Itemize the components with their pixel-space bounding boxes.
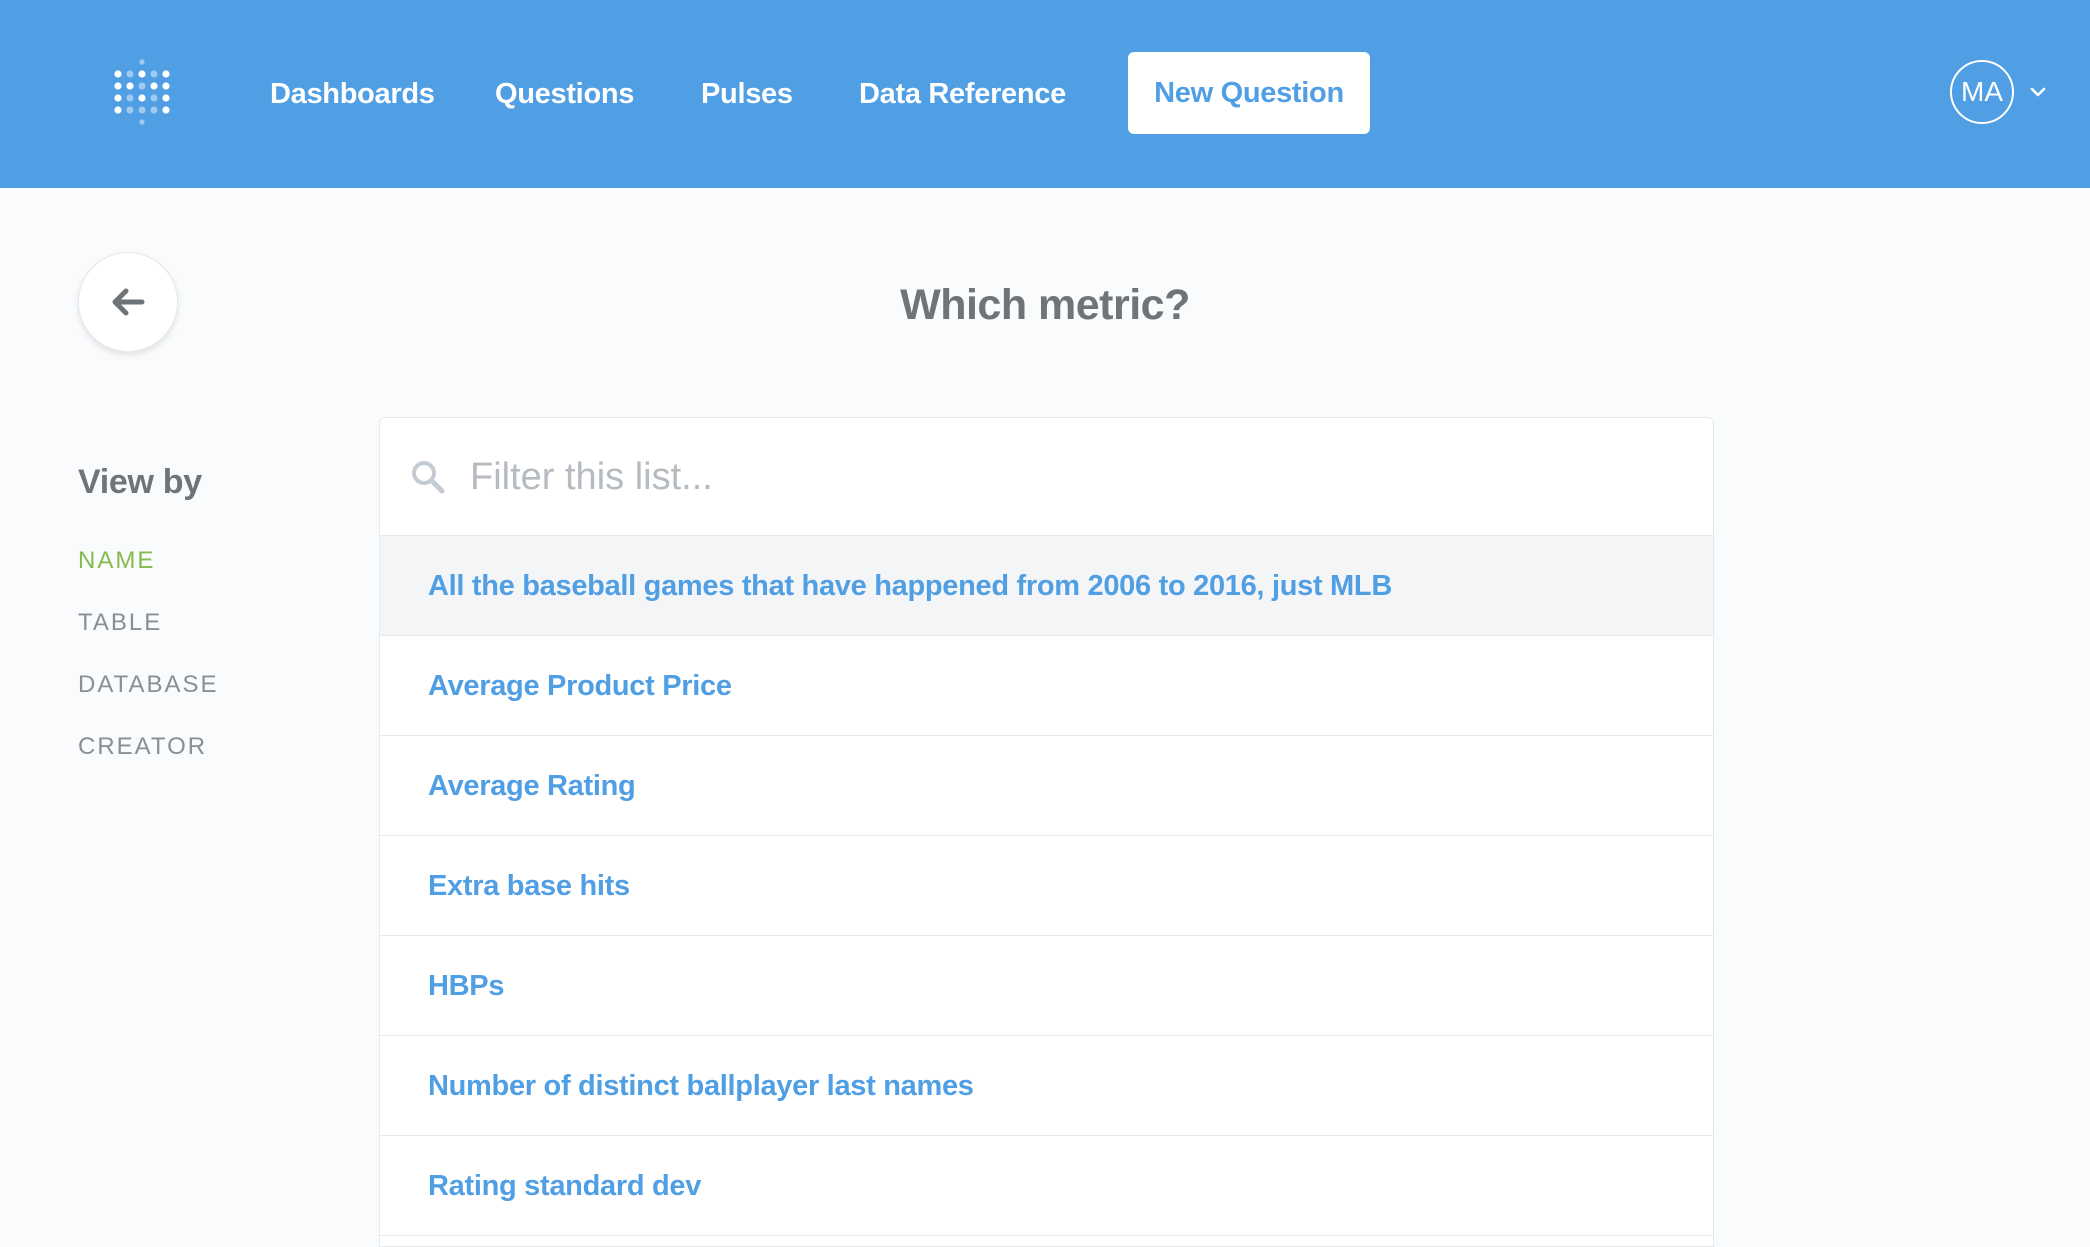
metric-list-panel: All the baseball games that have happene… [379,417,1714,1247]
metric-name: Average Rating [428,770,636,802]
metric-list-item[interactable]: All the baseball games that have happene… [380,536,1713,636]
metric-list-item[interactable]: Extra base hits [380,836,1713,936]
new-question-button[interactable]: New Question [1128,52,1370,134]
view-by-creator-option[interactable]: CREATOR [78,732,207,762]
view-by-heading: View by [78,463,202,501]
metric-list-item[interactable]: Average Rating [380,736,1713,836]
nav-pulses-link[interactable]: Pulses [701,74,793,114]
nav-dashboards-link[interactable]: Dashboards [270,74,435,114]
page-title: Which metric? [900,281,1190,329]
nav-questions-link[interactable]: Questions [495,74,634,114]
metric-name: Extra base hits [428,870,630,902]
search-icon [412,461,445,494]
metric-list-item[interactable]: Rating standard dev [380,1136,1713,1236]
user-avatar[interactable]: MA [1950,60,2014,124]
metric-name: Rating standard dev [428,1170,702,1202]
metric-list-item[interactable]: Average Product Price [380,636,1713,736]
search-row [380,418,1713,536]
metric-list-item[interactable]: HBPs [380,936,1713,1036]
metric-name: HBPs [428,970,505,1002]
nav-data-reference-link[interactable]: Data Reference [859,74,1066,114]
metabase-logo-icon[interactable] [114,58,170,126]
metric-list-item[interactable]: Number of distinct ballplayer last names [380,1036,1713,1136]
metric-name: Average Product Price [428,670,732,702]
filter-list-input[interactable] [468,444,1668,510]
view-by-database-option[interactable]: DATABASE [78,670,218,700]
chevron-down-icon[interactable] [2028,82,2048,102]
view-by-name-option[interactable]: NAME [78,546,155,576]
metric-name: Number of distinct ballplayer last names [428,1070,974,1102]
view-by-table-option[interactable]: TABLE [78,608,162,638]
metric-name: All the baseball games that have happene… [428,570,1392,602]
top-navbar: Dashboards Questions Pulses Data Referen… [0,0,2090,188]
